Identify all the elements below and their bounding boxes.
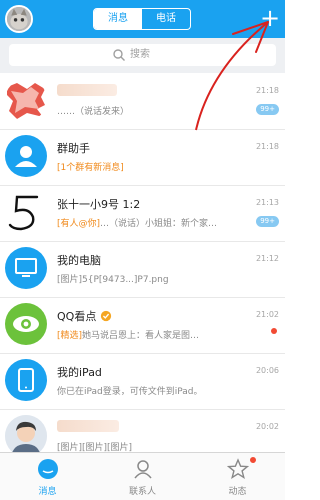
verified-icon xyxy=(100,310,111,322)
chat-name: 我的iPad xyxy=(57,366,102,379)
chat-row-4[interactable]: 我的电脑 [图片]5{P[9473...]P7.png 21:12 xyxy=(0,242,285,298)
hidden-avatar xyxy=(5,79,47,121)
plus-icon[interactable]: + xyxy=(260,3,280,33)
search-input[interactable]: 搜索 xyxy=(9,44,276,66)
user-avatar[interactable] xyxy=(5,5,33,33)
unread-badge: 99+ xyxy=(256,104,279,115)
tab-label: 动态 xyxy=(228,487,247,497)
bottom-tab-bar: 消息 联系人 动态 xyxy=(0,452,285,500)
chat-preview: 你已在iPad登录，可传文件到iPad。 xyxy=(57,387,203,397)
chat-name-hidden xyxy=(57,84,117,96)
chat-time: 21:12 xyxy=(255,254,279,263)
computer-icon xyxy=(5,247,47,289)
tab-label: 消息 xyxy=(38,487,57,497)
cat-avatar-icon xyxy=(7,7,31,31)
unread-dot xyxy=(271,328,277,334)
chat-time: 20:02 xyxy=(255,422,279,431)
tab-moments[interactable]: 动态 xyxy=(190,453,285,500)
tab-label: 联系人 xyxy=(128,487,156,497)
chat-preview: [有人@你]…（说话）小姐姐：新个家… xyxy=(57,219,218,229)
chat-row-3[interactable]: 张十一小9号 1:2 [有人@你]…（说话）小姐姐：新个家… 21:13 99+ xyxy=(0,186,285,242)
chat-name-hidden xyxy=(57,420,119,432)
group-helper-icon xyxy=(5,135,47,177)
chat-name: 群助手 xyxy=(57,142,90,155)
chat-preview: ……（说话发来） xyxy=(57,107,130,117)
chat-row-6[interactable]: 我的iPad 你已在iPad登录，可传文件到iPad。 20:06 xyxy=(0,354,285,410)
message-phone-toggle: 消息 电话 xyxy=(93,8,191,30)
chat-time: 21:18 xyxy=(255,86,279,95)
search-icon xyxy=(113,49,125,61)
chat-name: 张十一小9号 1:2 xyxy=(57,198,141,211)
unread-badge: 99+ xyxy=(256,216,279,227)
contacts-icon xyxy=(134,460,152,479)
top-header: 消息 电话 + xyxy=(0,0,285,38)
ipad-icon xyxy=(5,359,47,401)
star-icon xyxy=(227,458,249,480)
qq-kandian-icon xyxy=(5,303,47,345)
chat-name: QQ看点 xyxy=(57,308,112,324)
tab-messages-bottom[interactable]: 消息 xyxy=(0,453,95,500)
chat-row-5[interactable]: QQ看点 [精选]她马说吕恩上：看人家是图… 21:02 xyxy=(0,298,285,354)
tab-contacts[interactable]: 联系人 xyxy=(95,453,190,500)
tab-phone[interactable]: 电话 xyxy=(142,9,190,29)
chat-name: 我的电脑 xyxy=(57,254,101,267)
search-placeholder: 搜索 xyxy=(130,49,150,60)
chat-time: 21:13 xyxy=(255,198,279,207)
chat-time: 20:06 xyxy=(255,366,279,375)
chat-preview: [精选]她马说吕恩上：看人家是图… xyxy=(57,331,200,341)
message-icon xyxy=(38,459,58,479)
notification-dot xyxy=(250,457,256,463)
chat-time: 21:18 xyxy=(255,142,279,151)
chat-preview: [1个群有新消息] xyxy=(57,163,124,173)
chat-time: 21:02 xyxy=(255,310,279,319)
tab-messages[interactable]: 消息 xyxy=(94,9,142,29)
chat-preview: [图片]5{P[9473...]P7.png xyxy=(57,275,169,285)
chat-row-1[interactable]: ……（说话发来） 21:18 99+ xyxy=(0,74,285,130)
chat-row-2[interactable]: 群助手 [1个群有新消息] 21:18 xyxy=(0,130,285,186)
handwritten-5-avatar xyxy=(5,191,47,233)
search-bar-area: 搜索 xyxy=(0,38,285,73)
boy-avatar xyxy=(5,415,47,457)
